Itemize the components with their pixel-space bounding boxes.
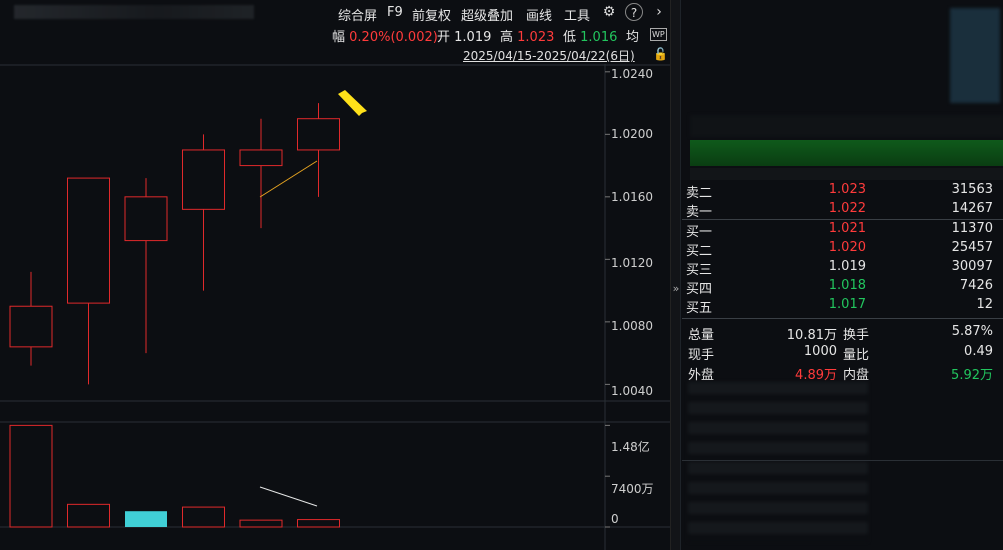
highlight-band bbox=[690, 140, 1003, 166]
price-tick: 1.0080 bbox=[611, 319, 653, 333]
bid-label: 买四 bbox=[686, 282, 713, 297]
bid-volume: 11370 bbox=[951, 221, 993, 236]
volume-bars bbox=[9, 424, 340, 528]
bid-label: 买二 bbox=[686, 244, 713, 259]
blurred-stats bbox=[688, 382, 868, 542]
ask-blurred-rows bbox=[690, 168, 1003, 180]
avg-field: 均 bbox=[626, 30, 640, 45]
candle[interactable] bbox=[239, 118, 283, 229]
volume-trend-line bbox=[259, 486, 318, 507]
bid-price: 1.021 bbox=[828, 221, 866, 236]
low-field: 低 1.016 bbox=[563, 30, 618, 45]
price-tick: 1.0040 bbox=[611, 384, 653, 398]
volume-tick: 0 bbox=[611, 512, 619, 526]
candle[interactable] bbox=[9, 271, 53, 366]
candle-body bbox=[182, 149, 225, 210]
candle[interactable] bbox=[182, 134, 225, 291]
yellow-arrow-icon bbox=[338, 90, 367, 116]
candle-body bbox=[297, 118, 340, 151]
volume-bar[interactable] bbox=[9, 424, 53, 528]
price-tick: 1.0120 bbox=[611, 256, 653, 270]
candles bbox=[9, 103, 340, 385]
high-value: 1.023 bbox=[517, 30, 555, 45]
bid-price: 1.019 bbox=[828, 259, 866, 274]
chart-panel: 综合屏 F9 前复权 超级叠加 画线 工具 ⚙ ? › 幅 0.20%(0.00… bbox=[0, 0, 670, 550]
bid-volume: 25457 bbox=[951, 240, 993, 255]
change-field: 幅 0.20%(0.002) bbox=[332, 30, 438, 45]
f9-button[interactable]: F9 bbox=[384, 4, 406, 21]
volume-bar[interactable] bbox=[182, 506, 225, 528]
total-volume: 10.81万 bbox=[786, 328, 837, 343]
candle[interactable] bbox=[297, 103, 340, 197]
bid-volume: 7426 bbox=[959, 278, 993, 293]
open-value: 1.019 bbox=[454, 30, 492, 45]
volume-ratio: 0.49 bbox=[964, 344, 993, 359]
composite-screen-button[interactable]: 综合屏 bbox=[335, 4, 380, 25]
forward-adjust-button[interactable]: 前复权 bbox=[409, 4, 454, 25]
bid-volume: 30097 bbox=[951, 259, 993, 274]
bid-volume: 12 bbox=[976, 297, 993, 312]
turnover: 5.87% bbox=[951, 324, 993, 339]
stats-divider-2 bbox=[682, 460, 1003, 461]
super-overlay-button[interactable]: 超级叠加 bbox=[458, 4, 516, 25]
kline-chart[interactable] bbox=[0, 64, 670, 550]
volume-tick: 7400万 bbox=[611, 482, 654, 496]
blurred-title bbox=[14, 5, 254, 19]
candle[interactable] bbox=[124, 178, 168, 354]
draw-line-button[interactable]: 画线 bbox=[523, 4, 555, 25]
volume-bar[interactable] bbox=[239, 519, 283, 528]
bid-price: 1.018 bbox=[828, 278, 866, 293]
bid-price: 1.020 bbox=[828, 240, 866, 255]
gear-icon[interactable]: ⚙ bbox=[600, 3, 618, 21]
tools-button[interactable]: 工具 bbox=[561, 4, 593, 25]
candle-body bbox=[67, 177, 110, 304]
candle-body bbox=[239, 149, 283, 167]
outer-volume: 4.89万 bbox=[795, 368, 837, 383]
candle-body bbox=[124, 196, 168, 242]
wp-badge[interactable]: WP bbox=[650, 28, 667, 41]
volume-bar[interactable] bbox=[125, 511, 167, 527]
trend-line bbox=[259, 160, 318, 198]
volume-tick: 1.48亿 bbox=[611, 440, 650, 454]
bid-label: 买一 bbox=[686, 225, 713, 240]
volume-bar[interactable] bbox=[297, 519, 340, 528]
chart-toolbar: 综合屏 F9 前复权 超级叠加 画线 工具 ⚙ ? › bbox=[0, 0, 670, 26]
inner-volume: 5.92万 bbox=[951, 368, 993, 383]
price-tick: 1.0240 bbox=[611, 67, 653, 81]
bid-label: 买五 bbox=[686, 301, 713, 316]
candle-body bbox=[9, 305, 53, 348]
low-value: 1.016 bbox=[580, 30, 618, 45]
stats-divider bbox=[682, 318, 1003, 319]
chart-grid bbox=[0, 64, 670, 550]
price-tick: 1.0160 bbox=[611, 190, 653, 204]
help-icon[interactable]: ? bbox=[625, 3, 643, 21]
candle[interactable] bbox=[67, 177, 110, 385]
unlock-icon[interactable]: 🔓 bbox=[653, 47, 668, 61]
open-field: 开 1.019 bbox=[437, 30, 492, 45]
volume-bar[interactable] bbox=[67, 503, 110, 528]
blurred-area bbox=[690, 115, 1003, 137]
price-tick: 1.0200 bbox=[611, 127, 653, 141]
chevron-right-icon[interactable]: › bbox=[650, 3, 668, 21]
current-hand: 1000 bbox=[803, 344, 837, 359]
change-value: 0.20%(0.002) bbox=[349, 30, 438, 45]
orderbook-divider bbox=[682, 219, 1003, 220]
bid-label: 买三 bbox=[686, 263, 713, 278]
bid-price: 1.017 bbox=[828, 297, 866, 312]
date-range-link[interactable]: 2025/04/15-2025/04/22(6日) bbox=[463, 47, 635, 64]
blurred-logo bbox=[950, 8, 1000, 103]
high-field: 高 1.023 bbox=[500, 30, 555, 45]
